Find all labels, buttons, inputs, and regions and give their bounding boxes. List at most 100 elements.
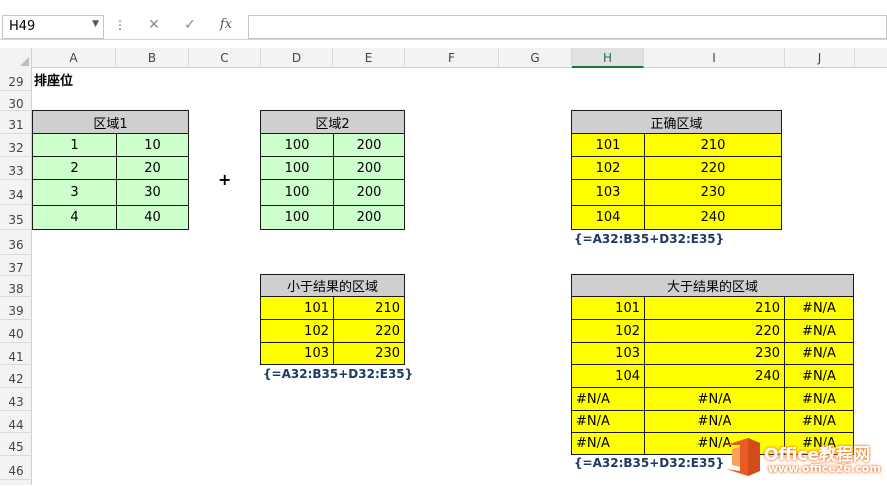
row-header-40[interactable]: 40 — [0, 320, 32, 343]
region2-header[interactable]: 区域2 — [260, 110, 405, 134]
larger-cell[interactable]: #N/A — [784, 364, 854, 388]
region2-cell[interactable]: 200 — [333, 205, 405, 230]
name-box-value: H49 — [9, 19, 36, 34]
larger-cell[interactable]: #N/A — [571, 387, 645, 411]
column-header-g[interactable]: G — [499, 48, 572, 68]
region2-cell[interactable]: 100 — [260, 205, 334, 230]
smaller-cell[interactable]: 102 — [260, 319, 334, 343]
smaller-header[interactable]: 小于结果的区域 — [260, 274, 405, 297]
column-header-i[interactable]: I — [644, 48, 785, 68]
correct-header[interactable]: 正确区域 — [571, 110, 782, 134]
row-header-38[interactable]: 38 — [0, 276, 32, 297]
smaller-cell[interactable]: 210 — [333, 296, 405, 320]
region2-cell[interactable]: 100 — [260, 156, 334, 180]
region2-cell[interactable]: 200 — [333, 179, 405, 206]
select-all-button[interactable] — [0, 48, 32, 68]
larger-formula: {=A32:B35+D32:E35} — [574, 456, 725, 470]
larger-cell[interactable]: #N/A — [784, 387, 854, 411]
region1-cell[interactable]: 40 — [116, 205, 189, 230]
region1-cell[interactable]: 4 — [32, 205, 117, 230]
larger-cell[interactable]: #N/A — [784, 319, 854, 343]
office-logo-icon — [722, 436, 764, 478]
smaller-cell[interactable]: 230 — [333, 342, 405, 365]
smaller-formula: {=A32:B35+D32:E35} — [263, 367, 414, 381]
row-header-31[interactable]: 31 — [0, 111, 32, 134]
correct-cell[interactable]: 104 — [571, 205, 645, 230]
row-header-41[interactable]: 41 — [0, 343, 32, 365]
plus-sign[interactable]: + — [218, 170, 231, 189]
correct-cell[interactable]: 210 — [644, 133, 782, 157]
row-header-42[interactable]: 42 — [0, 365, 32, 388]
region2-cell[interactable]: 200 — [333, 156, 405, 180]
correct-cell[interactable]: 103 — [571, 179, 645, 206]
cancel-icon[interactable]: ✕ — [141, 17, 167, 37]
larger-cell[interactable]: 210 — [644, 296, 785, 320]
row-header-44[interactable]: 44 — [0, 411, 32, 433]
row-header-43[interactable]: 43 — [0, 388, 32, 411]
row-header-32[interactable]: 32 — [0, 134, 32, 157]
smaller-cell[interactable]: 101 — [260, 296, 334, 320]
row-header-37[interactable]: 37 — [0, 255, 32, 276]
row-header-46[interactable]: 46 — [0, 456, 32, 480]
larger-cell[interactable]: #N/A — [784, 342, 854, 365]
correct-cell[interactable]: 101 — [571, 133, 645, 157]
region1-cell[interactable]: 30 — [116, 179, 189, 206]
correct-cell[interactable]: 102 — [571, 156, 645, 180]
region1-cell[interactable]: 3 — [32, 179, 117, 206]
watermark-url: www.office26.com — [768, 462, 881, 475]
sheet-title[interactable]: 排座位 — [34, 70, 73, 89]
enter-icon[interactable]: ✓ — [177, 17, 203, 37]
larger-cell[interactable]: 230 — [644, 342, 785, 365]
column-header-c[interactable]: C — [189, 48, 261, 68]
region1-cell[interactable]: 20 — [116, 156, 189, 180]
region1-cell[interactable]: 1 — [32, 133, 117, 157]
column-header-bar: ABCDEFGHIJ — [0, 48, 887, 68]
row-header-36[interactable]: 36 — [0, 230, 32, 255]
formula-input[interactable] — [248, 15, 887, 39]
smaller-cell[interactable]: 220 — [333, 319, 405, 343]
column-header-e[interactable]: E — [333, 48, 405, 68]
region1-header[interactable]: 区域1 — [32, 110, 189, 134]
row-header-45[interactable]: 45 — [0, 433, 32, 456]
correct-cell[interactable]: 220 — [644, 156, 782, 180]
formula-buttons: ✕ ✓ fx — [133, 15, 245, 39]
column-header-j[interactable]: J — [785, 48, 855, 68]
column-header-f[interactable]: F — [405, 48, 499, 68]
row-header-30[interactable]: 30 — [0, 91, 32, 111]
correct-cell[interactable]: 230 — [644, 179, 782, 206]
larger-cell[interactable]: 101 — [571, 296, 645, 320]
larger-cell[interactable]: 103 — [571, 342, 645, 365]
correct-cell[interactable]: 240 — [644, 205, 782, 230]
name-box[interactable]: H49 ▼ — [2, 15, 104, 39]
region1-cell[interactable]: 10 — [116, 133, 189, 157]
row-header-34[interactable]: 34 — [0, 180, 32, 205]
row-header-39[interactable]: 39 — [0, 297, 32, 320]
larger-cell[interactable]: #N/A — [644, 410, 785, 433]
larger-header[interactable]: 大于结果的区域 — [571, 274, 854, 297]
larger-cell[interactable]: #N/A — [644, 387, 785, 411]
column-header-a[interactable]: A — [32, 48, 116, 68]
larger-cell[interactable]: 104 — [571, 364, 645, 388]
larger-cell[interactable]: 102 — [571, 319, 645, 343]
larger-cell[interactable]: #N/A — [784, 410, 854, 433]
region2-cell[interactable]: 100 — [260, 133, 334, 157]
insert-function-icon[interactable]: fx — [213, 17, 239, 37]
larger-cell[interactable]: 240 — [644, 364, 785, 388]
larger-cell[interactable]: #N/A — [571, 410, 645, 433]
column-header-d[interactable]: D — [261, 48, 333, 68]
larger-cell[interactable]: #N/A — [571, 432, 645, 455]
region2-cell[interactable]: 100 — [260, 179, 334, 206]
smaller-cell[interactable]: 103 — [260, 342, 334, 365]
chevron-down-icon[interactable]: ▼ — [92, 19, 99, 29]
region1-cell[interactable]: 2 — [32, 156, 117, 180]
row-header-33[interactable]: 33 — [0, 157, 32, 180]
region2-cell[interactable]: 200 — [333, 133, 405, 157]
column-header-b[interactable]: B — [116, 48, 189, 68]
correct-formula: {=A32:B35+D32:E35} — [574, 232, 725, 246]
larger-cell[interactable]: #N/A — [784, 296, 854, 320]
column-header-h[interactable]: H — [572, 48, 644, 68]
more-options-icon[interactable]: ⋮ — [113, 18, 127, 36]
row-header-35[interactable]: 35 — [0, 205, 32, 230]
row-header-29[interactable]: 29 — [0, 68, 32, 91]
larger-cell[interactable]: 220 — [644, 319, 785, 343]
